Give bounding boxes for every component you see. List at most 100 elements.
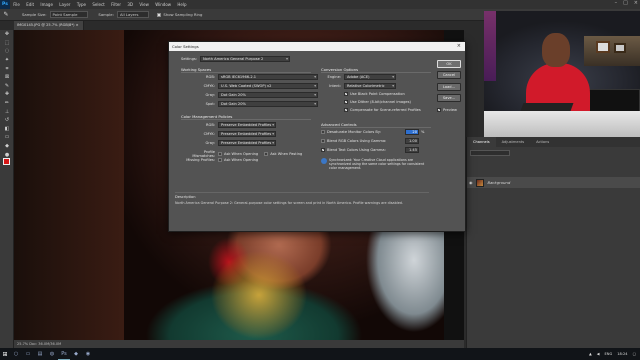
- ask-opening-checkbox[interactable]: [218, 152, 222, 156]
- dialog-title: Color Settings: [172, 44, 199, 49]
- file-explorer-icon[interactable]: ▤: [34, 348, 46, 360]
- network-icon[interactable]: ▲: [589, 352, 592, 356]
- crop-tool-icon[interactable]: ⌗: [0, 64, 14, 73]
- eye-icon[interactable]: ◉: [469, 180, 473, 185]
- quick-select-tool-icon[interactable]: ✦: [0, 56, 14, 65]
- compensate-label: Compensate for Scene-referred Profiles: [350, 108, 421, 112]
- blend-rgb-checkbox[interactable]: [321, 139, 325, 143]
- blend-rgb-input[interactable]: 1.00: [405, 138, 419, 144]
- policy-gray-dropdown[interactable]: Preserve Embedded Profiles: [218, 140, 276, 146]
- marquee-tool-icon[interactable]: ⬚: [0, 39, 14, 48]
- eyedropper-tool-icon[interactable]: ✎: [0, 82, 14, 91]
- ws-cmyk-label: CMYK:: [203, 84, 215, 88]
- intent-row: Intent: Relative Colorimetric: [321, 83, 396, 89]
- preview-checkbox[interactable]: [437, 107, 441, 112]
- divider: [181, 72, 311, 73]
- compensate-checkbox[interactable]: [344, 107, 348, 112]
- ws-cmyk-row: CMYK: U.S. Web Coated (SWOP) v2: [181, 83, 318, 89]
- eyedropper-icon[interactable]: ✎: [0, 11, 12, 18]
- close-icon[interactable]: ×: [634, 0, 638, 6]
- settings-dropdown[interactable]: North America General Purpose 2: [199, 56, 290, 62]
- ws-spot-label: Spot:: [205, 102, 215, 106]
- brush-tool-icon[interactable]: ✏: [0, 99, 14, 108]
- policy-gray-label: Gray:: [205, 141, 215, 145]
- search-icon[interactable]: ○: [10, 348, 22, 360]
- ok-button[interactable]: OK: [437, 60, 461, 68]
- menu-filter[interactable]: Filter: [108, 2, 124, 7]
- bpc-label: Use Black Point Compensation: [350, 92, 405, 96]
- ws-rgb-dropdown[interactable]: sRGB IEC61966-2.1: [218, 74, 318, 80]
- tab-actions[interactable]: Actions: [530, 140, 555, 144]
- ws-cmyk-dropdown[interactable]: U.S. Web Coated (SWOP) v2: [218, 83, 318, 89]
- menu-select[interactable]: Select: [89, 2, 108, 7]
- windows-start-icon[interactable]: ⊞: [0, 348, 10, 360]
- ws-gray-row: Gray: Dot Gain 20%: [181, 92, 318, 98]
- menu-window[interactable]: Window: [152, 2, 174, 7]
- blend-text-input[interactable]: 1.45: [405, 147, 419, 153]
- notification-icon[interactable]: ▢: [633, 352, 636, 356]
- menu-view[interactable]: View: [136, 2, 152, 7]
- menu-file[interactable]: File: [10, 2, 23, 7]
- lasso-tool-icon[interactable]: ◌: [0, 47, 14, 56]
- blur-tool-icon[interactable]: ◆: [0, 142, 14, 151]
- policy-rgb-dropdown[interactable]: Preserve Embedded Profiles: [218, 122, 276, 128]
- ask-pasting-checkbox[interactable]: [264, 152, 269, 156]
- gradient-tool-icon[interactable]: ▭: [0, 133, 14, 142]
- move-tool-icon[interactable]: ✥: [0, 30, 14, 39]
- menu-3d[interactable]: 3D: [124, 2, 136, 7]
- menu-type[interactable]: Type: [74, 2, 90, 7]
- browser-icon[interactable]: ◍: [46, 348, 58, 360]
- settings-row: Settings: North America General Purpose …: [181, 56, 290, 62]
- menu-edit[interactable]: Edit: [23, 2, 37, 7]
- engine-dropdown[interactable]: Adobe (ACE): [344, 74, 396, 80]
- save-button[interactable]: Save...: [437, 94, 461, 102]
- missing-ask-opening-checkbox[interactable]: [218, 158, 222, 162]
- taskbar: ⊞ ○ ▭ ▤ ◍ Ps ◆ ◉ ▲ ◀ ENG 18:24 ▢: [0, 348, 640, 360]
- tab-channels[interactable]: Channels: [467, 137, 496, 147]
- clock[interactable]: 18:24: [617, 352, 627, 356]
- stamp-tool-icon[interactable]: ⊥: [0, 107, 14, 116]
- cancel-button[interactable]: Cancel: [437, 71, 461, 79]
- healing-tool-icon[interactable]: ✚: [0, 90, 14, 99]
- layer-row[interactable]: ◉ Background: [467, 177, 640, 188]
- menu-layer[interactable]: Layer: [56, 2, 74, 7]
- eraser-tool-icon[interactable]: ◧: [0, 125, 14, 134]
- load-button[interactable]: Load...: [437, 83, 461, 91]
- app-icon[interactable]: ◆: [70, 348, 82, 360]
- compensate-row: Compensate for Scene-referred Profiles: [344, 107, 421, 112]
- close-icon[interactable]: ×: [457, 42, 461, 51]
- screen: Ps File Edit Image Layer Type Select Fil…: [0, 0, 640, 360]
- show-ring-checkbox[interactable]: [157, 12, 162, 17]
- tab-adjustments[interactable]: Adjustments: [496, 140, 531, 144]
- intent-dropdown[interactable]: Relative Colorimetric: [344, 83, 396, 89]
- desaturate-checkbox[interactable]: [321, 130, 325, 134]
- picture-frame: [596, 41, 610, 53]
- history-brush-icon[interactable]: ↺: [0, 116, 14, 125]
- policy-cmyk-dropdown[interactable]: Preserve Embedded Profiles: [218, 131, 276, 137]
- frame-tool-icon[interactable]: ⊠: [0, 73, 14, 82]
- menu-help[interactable]: Help: [174, 2, 190, 7]
- sample-label: Sample:: [98, 12, 114, 17]
- desaturate-input[interactable]: 20: [405, 129, 419, 135]
- language-indicator[interactable]: ENG: [604, 352, 612, 356]
- bpc-checkbox[interactable]: [344, 91, 348, 96]
- blend-text-checkbox[interactable]: [321, 147, 325, 152]
- ws-gray-dropdown[interactable]: Dot Gain 20%: [218, 92, 318, 98]
- document-tab[interactable]: IMG0145.JPG @ 25.7% (RGB/8*) ×: [14, 21, 84, 30]
- webcam-overlay: [484, 11, 640, 137]
- app-icon[interactable]: ◉: [82, 348, 94, 360]
- sample-select[interactable]: All Layers: [116, 11, 150, 18]
- foreground-color-swatch[interactable]: [3, 158, 10, 165]
- window-controls: – □ ×: [615, 0, 638, 6]
- menu-image[interactable]: Image: [37, 2, 56, 7]
- blend-text-label: Blend Text Colors Using Gamma:: [327, 148, 386, 152]
- dither-checkbox[interactable]: [344, 99, 348, 104]
- volume-icon[interactable]: ◀: [597, 352, 600, 356]
- maximize-icon[interactable]: □: [623, 0, 628, 6]
- minimize-icon[interactable]: –: [615, 0, 618, 6]
- task-view-icon[interactable]: ▭: [22, 348, 34, 360]
- photoshop-taskbar-icon[interactable]: Ps: [58, 348, 70, 360]
- sample-size-select[interactable]: Point Sample: [49, 11, 89, 18]
- layer-filter-input[interactable]: [470, 150, 510, 156]
- ws-spot-dropdown[interactable]: Dot Gain 20%: [218, 101, 318, 107]
